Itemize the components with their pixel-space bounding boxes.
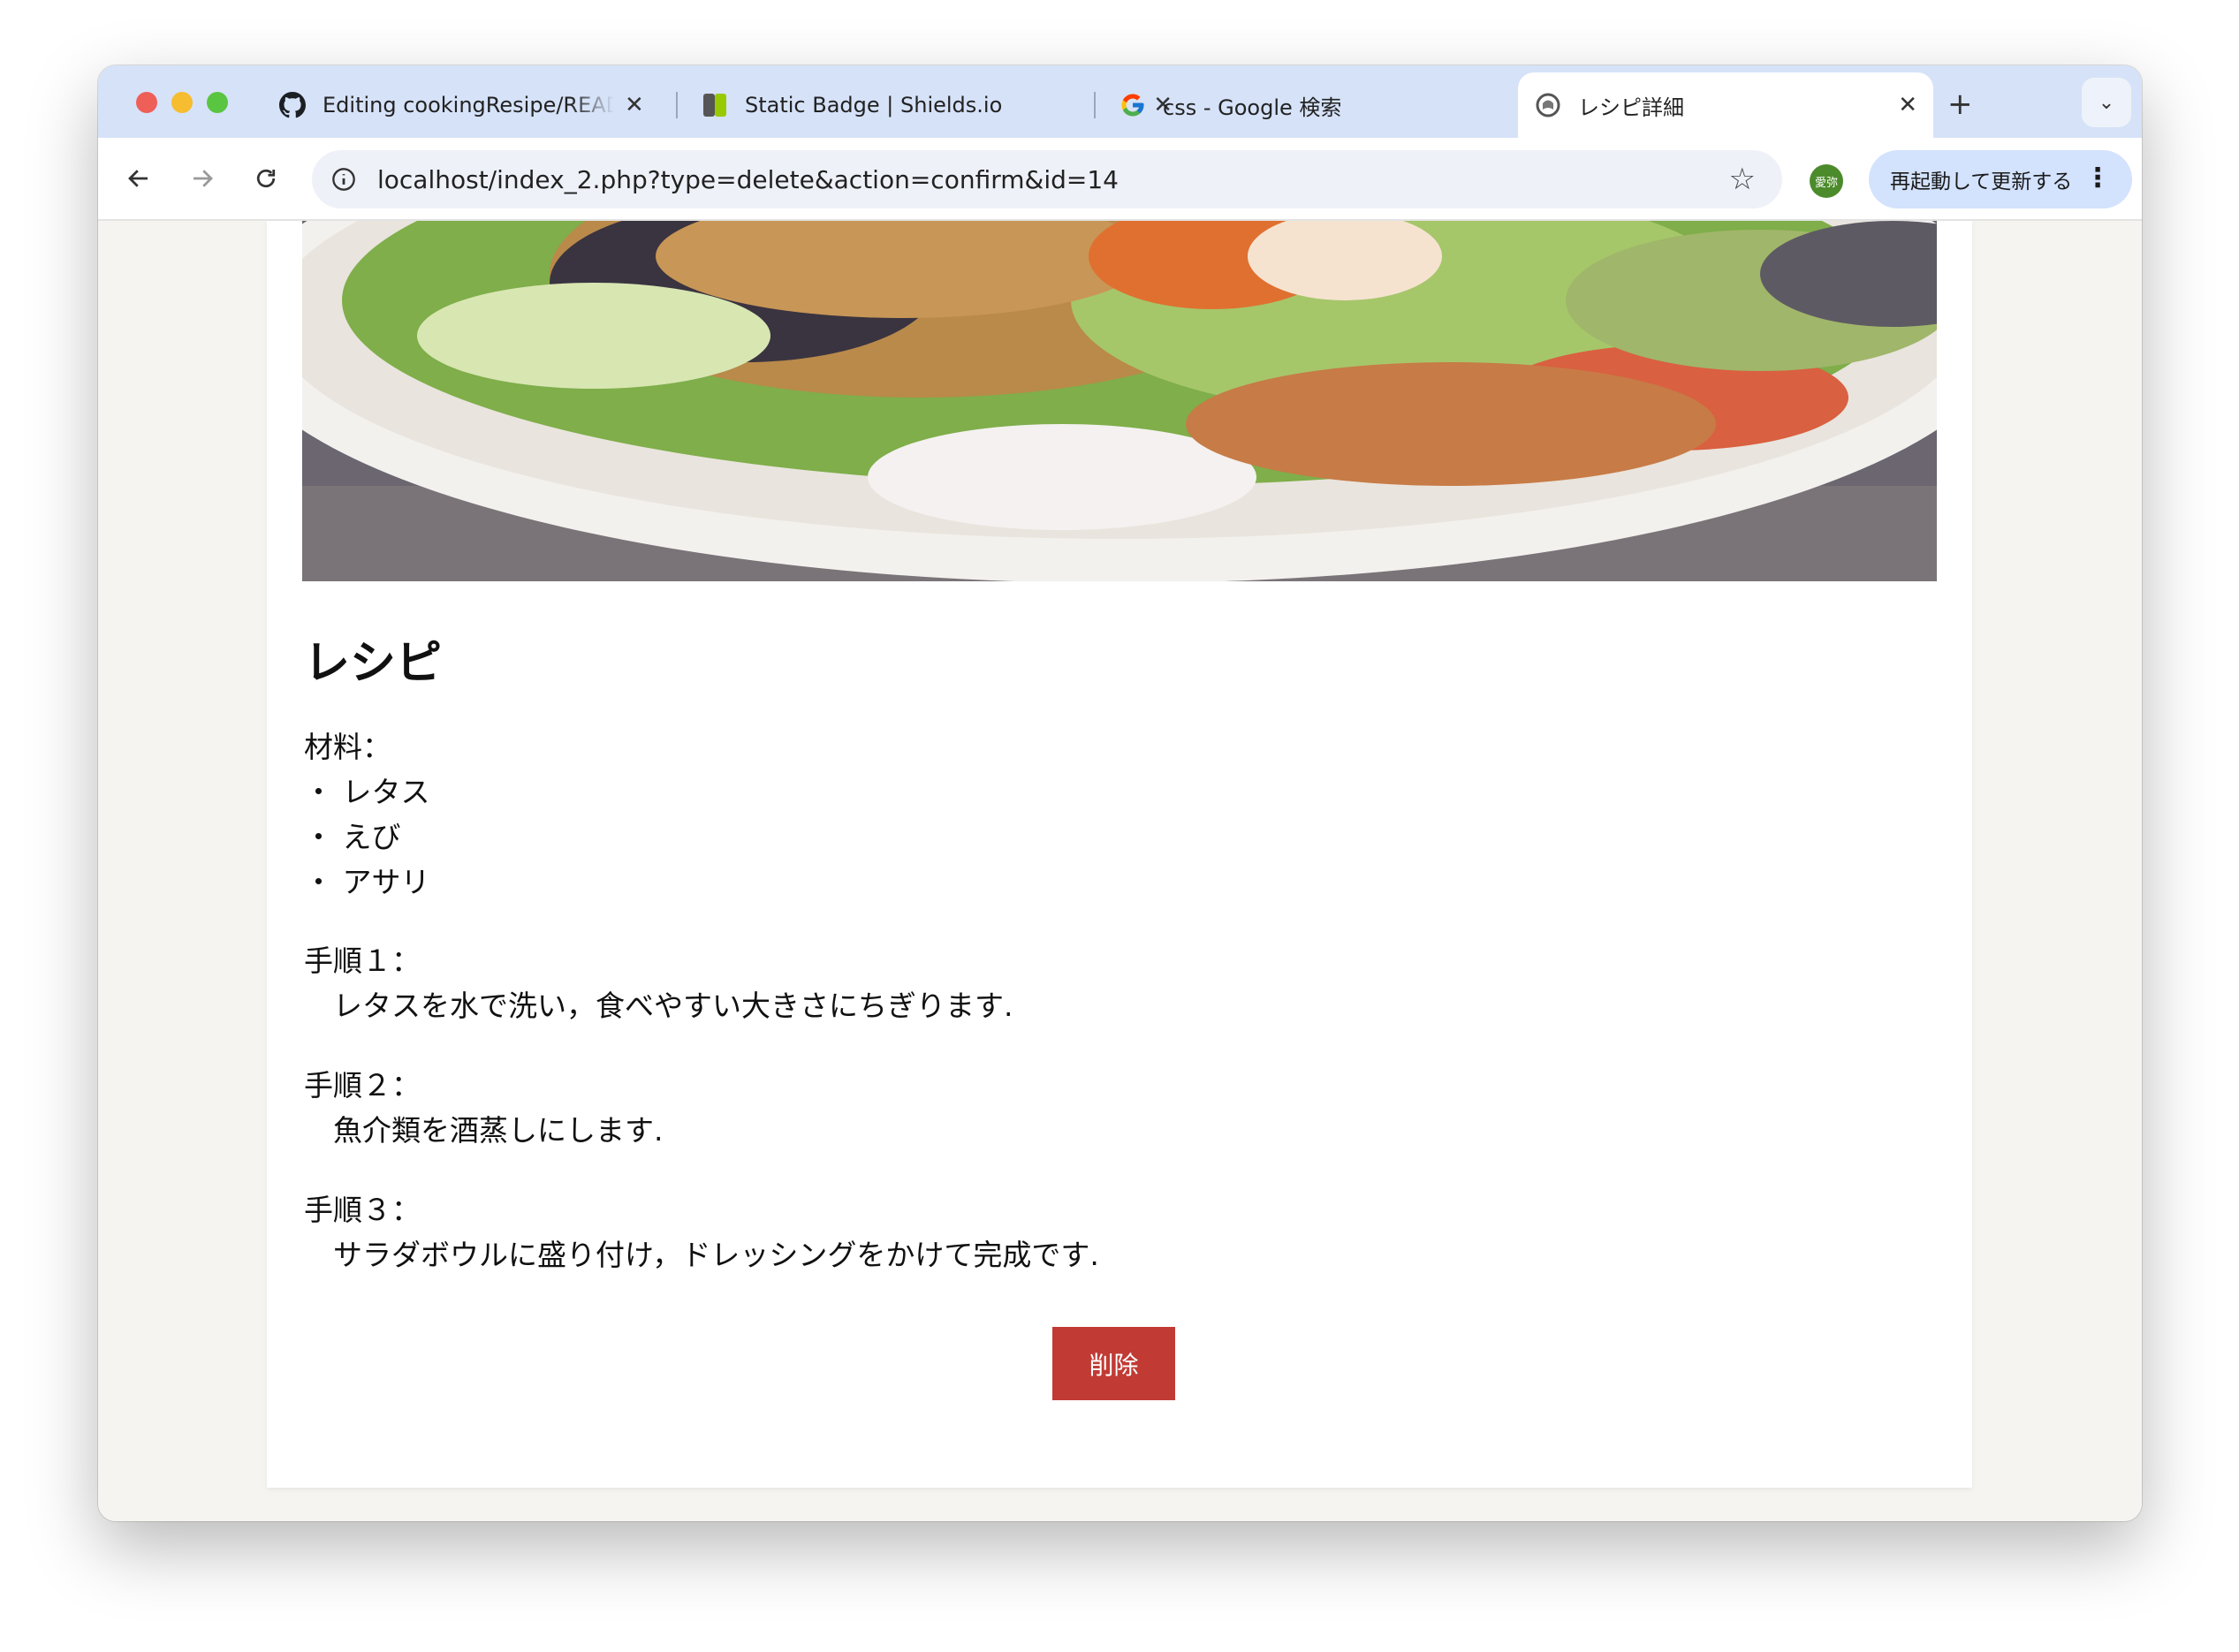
tab-strip: Editing cookingResipe/README.md ✕ Static… — [98, 65, 2142, 138]
info-icon[interactable] — [331, 167, 356, 192]
close-tab-icon[interactable]: ✕ — [1898, 92, 1917, 118]
ingredient-item: ・ アサリ — [304, 865, 430, 899]
tab-title: css - Google 検索 — [1163, 95, 1342, 120]
tab-separator — [676, 92, 678, 118]
github-icon — [278, 91, 307, 119]
new-tab-button[interactable]: + — [1947, 87, 1973, 122]
maximize-window-button[interactable] — [207, 92, 228, 113]
ingredient-item: ・ レタス — [304, 775, 430, 809]
arrow-left-icon — [128, 170, 148, 187]
step-label: 手順１： — [304, 943, 421, 978]
minimize-window-button[interactable] — [171, 92, 193, 113]
step-label: 手順２： — [304, 1068, 421, 1103]
step-text: レタスを水で洗い，食べやすい大きさにちぎります. — [304, 989, 1013, 1023]
update-label: 再起動して更新する — [1890, 171, 2073, 193]
close-window-button[interactable] — [136, 92, 157, 113]
address-bar[interactable]: localhost/index_2.php?type=delete&action… — [312, 150, 1782, 208]
url-text: localhost/index_2.php?type=delete&action… — [377, 164, 1119, 194]
reload-button[interactable] — [247, 159, 285, 198]
forward-button[interactable] — [183, 159, 222, 198]
delete-button[interactable]: 削除 — [1052, 1327, 1175, 1400]
avatar[interactable]: 愛弥 — [1810, 164, 1843, 198]
recipe-photo — [302, 221, 1937, 581]
tab-github[interactable]: Editing cookingResipe/README.md ✕ — [262, 72, 662, 138]
ingredients-section: 材料： ・ レタス ・ えび ・ アサリ — [304, 724, 430, 905]
more-menu-icon[interactable]: ⋮ — [2084, 163, 2111, 194]
tab-recipe-detail[interactable]: レシピ詳細 ✕ — [1518, 72, 1933, 138]
chevron-down-icon: ⌄ — [2098, 91, 2115, 114]
page-viewport: レシピ 材料： ・ レタス ・ えび ・ アサリ 手順１： レタスを水で洗い，食… — [98, 221, 2142, 1521]
step-text: 魚介類を酒蒸しにします. — [304, 1113, 664, 1148]
step-text: サラダボウルに盛り付け，ドレッシングをかけて完成です. — [304, 1238, 1099, 1272]
recipe-card: レシピ 材料： ・ レタス ・ えび ・ アサリ 手順１： レタスを水で洗い，食… — [267, 221, 1972, 1488]
step-1: 手順１： レタスを水で洗い，食べやすい大きさにちぎります. — [304, 938, 1013, 1028]
close-tab-icon[interactable]: ✕ — [625, 92, 644, 118]
reload-icon — [256, 169, 276, 188]
bookmark-star-icon[interactable]: ☆ — [1729, 162, 1756, 197]
browser-window: Editing cookingResipe/README.md ✕ Static… — [98, 65, 2142, 1521]
toolbar: localhost/index_2.php?type=delete&action… — [98, 138, 2142, 221]
step-3: 手順３： サラダボウルに盛り付け，ドレッシングをかけて完成です. — [304, 1187, 1099, 1277]
shields-icon — [701, 91, 729, 119]
back-button[interactable] — [119, 159, 158, 198]
recipe-title: レシピ — [304, 637, 443, 690]
ingredients-label: 材料： — [304, 730, 391, 764]
google-icon — [1119, 91, 1147, 119]
tab-search-button[interactable]: ⌄ — [2082, 78, 2131, 127]
step-label: 手順３： — [304, 1193, 421, 1227]
tab-title: Editing cookingResipe/README.md — [323, 93, 614, 117]
relaunch-update-button[interactable]: 再起動して更新する ⋮ — [1869, 150, 2132, 208]
tab-title: レシピ詳細 — [1578, 95, 1684, 120]
tab-separator — [1094, 92, 1096, 118]
page-icon — [1534, 91, 1562, 119]
arrow-right-icon — [194, 170, 213, 187]
step-2: 手順２： 魚介類を酒蒸しにします. — [304, 1063, 664, 1153]
ingredient-item: ・ えび — [304, 820, 401, 854]
tab-title: Static Badge | Shields.io — [745, 93, 1003, 117]
